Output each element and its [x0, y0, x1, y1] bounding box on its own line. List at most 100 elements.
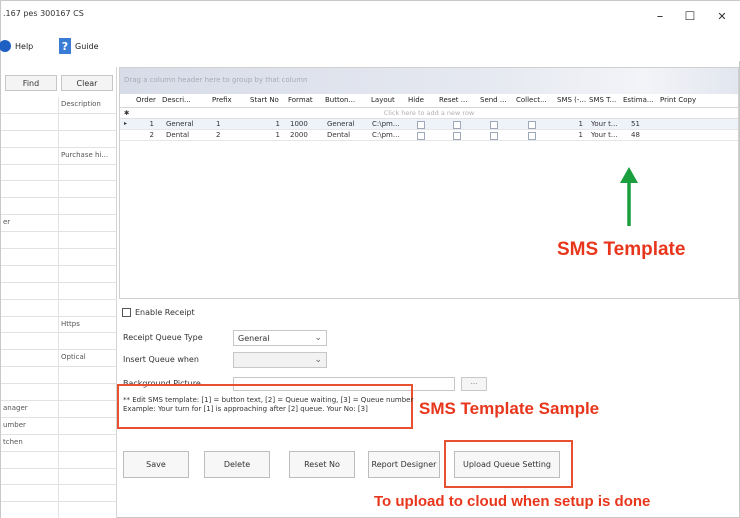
left-grid-row[interactable]	[1, 451, 117, 469]
column-header[interactable]: Format	[288, 96, 322, 104]
row-checkbox[interactable]	[528, 131, 536, 140]
left-grid-row[interactable]	[1, 113, 117, 131]
row-checkbox[interactable]	[417, 131, 425, 140]
left-grid-cell: Purchase hi...	[61, 150, 109, 159]
left-grid-row[interactable]	[1, 367, 117, 385]
left-grid-row[interactable]	[1, 299, 117, 317]
left-grid-row[interactable]	[1, 282, 117, 300]
column-header[interactable]: Estima...	[623, 96, 657, 104]
receipt-queue-type-select[interactable]: General ⌄	[233, 330, 327, 346]
help-icon	[0, 40, 11, 52]
left-grid-cell	[1, 299, 59, 316]
clear-button[interactable]: Clear	[61, 75, 113, 91]
maximize-button[interactable]: ☐	[676, 5, 704, 27]
table-row[interactable]: 2 Dental 2 1 2000 Dental C:\pm... 1 Your t... 48	[120, 130, 738, 141]
left-grid-row[interactable]	[1, 198, 117, 216]
left-grid-row[interactable]: Https	[1, 316, 117, 334]
left-grid-row[interactable]: Optical	[1, 350, 117, 368]
table-cell: 2	[149, 131, 154, 139]
left-grid-row[interactable]: tchen	[1, 434, 117, 452]
left-grid-row[interactable]	[1, 164, 117, 182]
row-checkbox[interactable]	[528, 120, 536, 129]
left-grid-row[interactable]	[1, 468, 117, 486]
left-grid-cell	[1, 316, 59, 333]
column-header[interactable]: Start No	[250, 96, 286, 104]
column-header[interactable]: Prefix	[212, 96, 246, 104]
column-header[interactable]: Print Copy	[660, 96, 720, 104]
queue-setup-window: .167 pes 300167 CS – ☐ ✕ Help ? Guide Fi…	[0, 0, 740, 518]
table-cell: Dental	[166, 131, 190, 139]
left-grid-cell	[1, 333, 59, 350]
column-header[interactable]: Button...	[325, 96, 367, 104]
column-header[interactable]: Reset ...	[439, 96, 477, 104]
column-header[interactable]: SMS (-...	[557, 96, 587, 104]
help-menu[interactable]: Help	[0, 36, 34, 56]
table-cell: Dental	[327, 131, 351, 139]
left-grid-row[interactable]: anager	[1, 401, 117, 418]
table-cell: 1	[275, 131, 280, 139]
row-checkbox[interactable]	[453, 131, 461, 140]
left-grid-cell	[1, 97, 59, 113]
receipt-queue-type-value: General	[238, 334, 270, 343]
column-header[interactable]: Descri...	[162, 96, 208, 104]
left-grid-row[interactable]	[1, 232, 117, 250]
find-button[interactable]: Find	[5, 75, 57, 91]
browse-button[interactable]: ...	[461, 377, 487, 391]
enable-receipt-checkbox[interactable]	[122, 308, 131, 317]
reset-no-button[interactable]: Reset No	[289, 451, 355, 478]
left-grid-row[interactable]	[1, 502, 117, 518]
row-checkbox[interactable]	[490, 131, 498, 140]
left-grid-row[interactable]: Purchase hi...	[1, 147, 117, 165]
table-row[interactable]: ▸ 1 General 1 1 1000 General C:\pm... 1 Your t...…	[120, 119, 738, 130]
grid-header: Order Descri... Prefix Start No Format Button…	[120, 94, 738, 108]
column-header[interactable]: SMS T...	[589, 96, 621, 104]
help-label: Help	[15, 41, 34, 51]
table-cell: 1000	[290, 120, 308, 128]
left-grid-row[interactable]	[1, 265, 117, 283]
left-grid-row[interactable]	[1, 181, 117, 199]
column-header[interactable]: Layout	[371, 96, 405, 104]
minimize-button[interactable]: –	[646, 5, 674, 27]
table-cell: 51	[631, 120, 640, 128]
row-checkbox[interactable]	[453, 120, 461, 129]
left-grid-cell: anager	[1, 401, 59, 417]
close-button[interactable]: ✕	[708, 5, 736, 27]
table-cell: C:\pm...	[372, 120, 400, 128]
new-row[interactable]: ✱ Click here to add a new row	[120, 108, 738, 119]
left-grid-cell	[1, 502, 59, 518]
group-panel[interactable]: Drag a column header here to group by th…	[120, 68, 738, 94]
left-grid-row[interactable]	[1, 249, 117, 266]
delete-button[interactable]: Delete	[204, 451, 270, 478]
chevron-down-icon: ⌄	[314, 355, 322, 365]
left-grid-row[interactable]	[1, 130, 117, 148]
title-bar: .167 pes 300167 CS – ☐ ✕	[1, 1, 740, 31]
table-cell: 2	[216, 131, 221, 139]
sms-note-line1: ** Edit SMS template: [1] = button text,…	[123, 396, 414, 404]
left-grid-cell	[1, 350, 59, 367]
left-grid-row[interactable]: Description	[1, 97, 117, 114]
left-grid-row[interactable]	[1, 384, 117, 402]
table-cell: General	[166, 120, 194, 128]
report-designer-button[interactable]: Report Designer	[368, 451, 440, 478]
guide-menu[interactable]: ? Guide	[59, 36, 99, 56]
left-grid-row[interactable]: er	[1, 215, 117, 233]
left-grid-cell	[1, 249, 59, 265]
group-hint: Drag a column header here to group by th…	[124, 76, 308, 84]
row-indicator-icon: ▸	[124, 120, 128, 127]
column-header[interactable]: Send ...	[480, 96, 514, 104]
row-checkbox[interactable]	[417, 120, 425, 129]
sms-template-annotation: SMS Template	[557, 239, 686, 260]
column-header[interactable]: Hide	[408, 96, 436, 104]
queue-grid[interactable]: Drag a column header here to group by th…	[119, 67, 739, 299]
left-grid-row[interactable]	[1, 333, 117, 351]
save-button[interactable]: Save	[123, 451, 189, 478]
table-cell: 1	[216, 120, 221, 128]
sms-template-sample-annotation: SMS Template Sample	[419, 399, 600, 418]
left-grid-row[interactable]	[1, 485, 117, 503]
column-header[interactable]: Collect...	[516, 96, 554, 104]
left-grid-row[interactable]: umber	[1, 417, 117, 435]
row-checkbox[interactable]	[490, 120, 498, 129]
table-cell: 1	[149, 120, 154, 128]
column-header[interactable]: Order	[136, 96, 160, 104]
insert-queue-select[interactable]: ⌄	[233, 352, 327, 368]
